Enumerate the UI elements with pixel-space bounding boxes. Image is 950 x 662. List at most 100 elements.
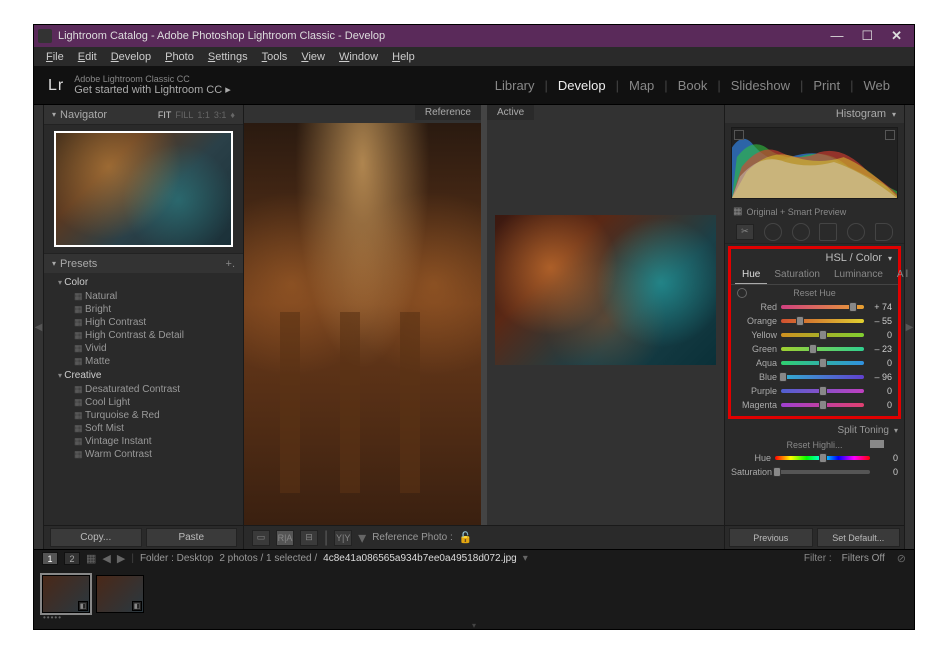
histogram-header[interactable]: Histogram ▾: [725, 105, 904, 123]
preset-item[interactable]: Natural: [58, 290, 243, 303]
add-preset-button[interactable]: +.: [226, 258, 235, 270]
slider-track[interactable]: [781, 305, 864, 309]
close-button[interactable]: ✕: [891, 28, 902, 44]
preset-item[interactable]: Desaturated Contrast: [58, 383, 243, 396]
maximize-button[interactable]: ☐: [861, 28, 873, 44]
menu-tools[interactable]: Tools: [256, 49, 294, 65]
before-after-icon[interactable]: Y|Y: [334, 530, 352, 546]
slider-track[interactable]: [781, 333, 864, 337]
slider-track[interactable]: [781, 375, 864, 379]
slider-track[interactable]: [781, 319, 864, 323]
highlight-clip-icon[interactable]: [885, 130, 895, 140]
tab-hue[interactable]: Hue: [735, 267, 767, 284]
slider-value[interactable]: – 55: [868, 316, 892, 326]
preset-item[interactable]: Turquoise & Red: [58, 409, 243, 422]
module-library[interactable]: Library: [485, 78, 545, 93]
preset-item[interactable]: Cool Light: [58, 396, 243, 409]
slider-value[interactable]: 0: [874, 467, 898, 477]
nav-fill[interactable]: FILL: [175, 110, 193, 120]
radial-tool-icon[interactable]: [847, 223, 865, 241]
module-develop[interactable]: Develop: [548, 78, 616, 93]
previous-button[interactable]: Previous: [729, 528, 813, 547]
thumbnail[interactable]: ◧ •••••: [42, 575, 90, 613]
lock-icon[interactable]: 🔓: [459, 531, 473, 544]
filter-value[interactable]: Filters Off: [842, 553, 885, 564]
module-slideshow[interactable]: Slideshow: [721, 78, 800, 93]
loupe-view-icon[interactable]: ▭: [252, 530, 270, 546]
crop-tool-icon[interactable]: ✂: [736, 224, 754, 240]
menu-edit[interactable]: Edit: [72, 49, 103, 65]
filter-lock-icon[interactable]: ⊘: [897, 552, 906, 565]
preset-item[interactable]: Vivid: [58, 342, 243, 355]
grid-icon[interactable]: ▦: [86, 552, 96, 565]
target-adjust-icon[interactable]: [737, 288, 747, 298]
slider-value[interactable]: 0: [868, 330, 892, 340]
slider-value[interactable]: – 96: [868, 372, 892, 382]
preset-item[interactable]: Soft Mist: [58, 422, 243, 435]
set-default-button[interactable]: Set Default...: [817, 528, 901, 547]
slider-thumb[interactable]: [779, 372, 787, 382]
back-icon[interactable]: ◀: [102, 552, 110, 565]
slider-thumb[interactable]: [819, 400, 827, 410]
slider-value[interactable]: 0: [868, 358, 892, 368]
preset-group[interactable]: Creative: [58, 368, 243, 383]
tab-luminance[interactable]: Luminance: [827, 267, 890, 284]
minimize-button[interactable]: —: [830, 28, 843, 44]
slider-thumb[interactable]: [809, 344, 817, 354]
menu-view[interactable]: View: [295, 49, 331, 65]
menu-window[interactable]: Window: [333, 49, 384, 65]
reset-hue-label[interactable]: Reset Hue: [731, 285, 898, 300]
folder-label[interactable]: Folder : Desktop: [140, 553, 213, 564]
ref-compare-icon[interactable]: R|A: [276, 530, 294, 546]
preset-item[interactable]: Matte: [58, 355, 243, 368]
preset-item[interactable]: High Contrast: [58, 316, 243, 329]
slider-thumb[interactable]: [773, 467, 781, 477]
reset-highlights-label[interactable]: Reset Highli...: [725, 438, 904, 451]
nav-fit[interactable]: FIT: [158, 110, 172, 120]
slider-value[interactable]: 0: [868, 386, 892, 396]
copy-button[interactable]: Copy...: [50, 528, 142, 547]
filmstrip-handle[interactable]: [34, 621, 914, 629]
brush-tool-icon[interactable]: [875, 223, 893, 241]
slider-track[interactable]: [775, 470, 870, 474]
module-map[interactable]: Map: [619, 78, 664, 93]
tab-saturation[interactable]: Saturation: [767, 267, 827, 284]
navigator-header[interactable]: ▾ Navigator FIT FILL 1:1 3:1 ♦: [44, 105, 243, 125]
preset-item[interactable]: Warm Contrast: [58, 448, 243, 461]
monitor-1[interactable]: 1: [42, 552, 58, 565]
module-book[interactable]: Book: [668, 78, 718, 93]
slider-value[interactable]: 0: [874, 453, 898, 463]
preset-group[interactable]: Color: [58, 275, 243, 290]
nav-3-1[interactable]: 3:1: [214, 110, 227, 120]
menu-develop[interactable]: Develop: [105, 49, 157, 65]
slider-thumb[interactable]: [796, 316, 804, 326]
preset-item[interactable]: High Contrast & Detail: [58, 329, 243, 342]
slider-value[interactable]: 0: [868, 400, 892, 410]
slider-value[interactable]: + 74: [868, 302, 892, 312]
paste-button[interactable]: Paste: [146, 528, 238, 547]
histogram[interactable]: [731, 127, 898, 199]
slider-track[interactable]: [775, 456, 870, 460]
active-view[interactable]: Active: [487, 105, 724, 525]
get-started-link[interactable]: Get started with Lightroom CC ▸: [74, 84, 231, 97]
module-print[interactable]: Print: [803, 78, 850, 93]
nav-1-1[interactable]: 1:1: [197, 110, 210, 120]
gradient-tool-icon[interactable]: [819, 223, 837, 241]
slider-thumb[interactable]: [819, 386, 827, 396]
highlight-swatch[interactable]: [870, 440, 884, 448]
monitor-2[interactable]: 2: [64, 552, 80, 565]
nav-zoom-menu[interactable]: ♦: [230, 110, 235, 120]
split-toning-header[interactable]: Split Toning ▾: [725, 422, 904, 438]
slider-track[interactable]: [781, 361, 864, 365]
menu-photo[interactable]: Photo: [159, 49, 200, 65]
right-panel-toggle[interactable]: ▶: [904, 105, 914, 549]
preset-item[interactable]: Bright: [58, 303, 243, 316]
spot-tool-icon[interactable]: [764, 223, 782, 241]
navigator-preview[interactable]: [54, 131, 233, 247]
module-web[interactable]: Web: [854, 78, 901, 93]
menu-help[interactable]: Help: [386, 49, 421, 65]
reference-view[interactable]: Reference: [244, 105, 481, 525]
presets-header[interactable]: ▾ Presets +.: [44, 253, 243, 273]
menu-settings[interactable]: Settings: [202, 49, 254, 65]
left-panel-toggle[interactable]: ◀: [34, 105, 44, 549]
